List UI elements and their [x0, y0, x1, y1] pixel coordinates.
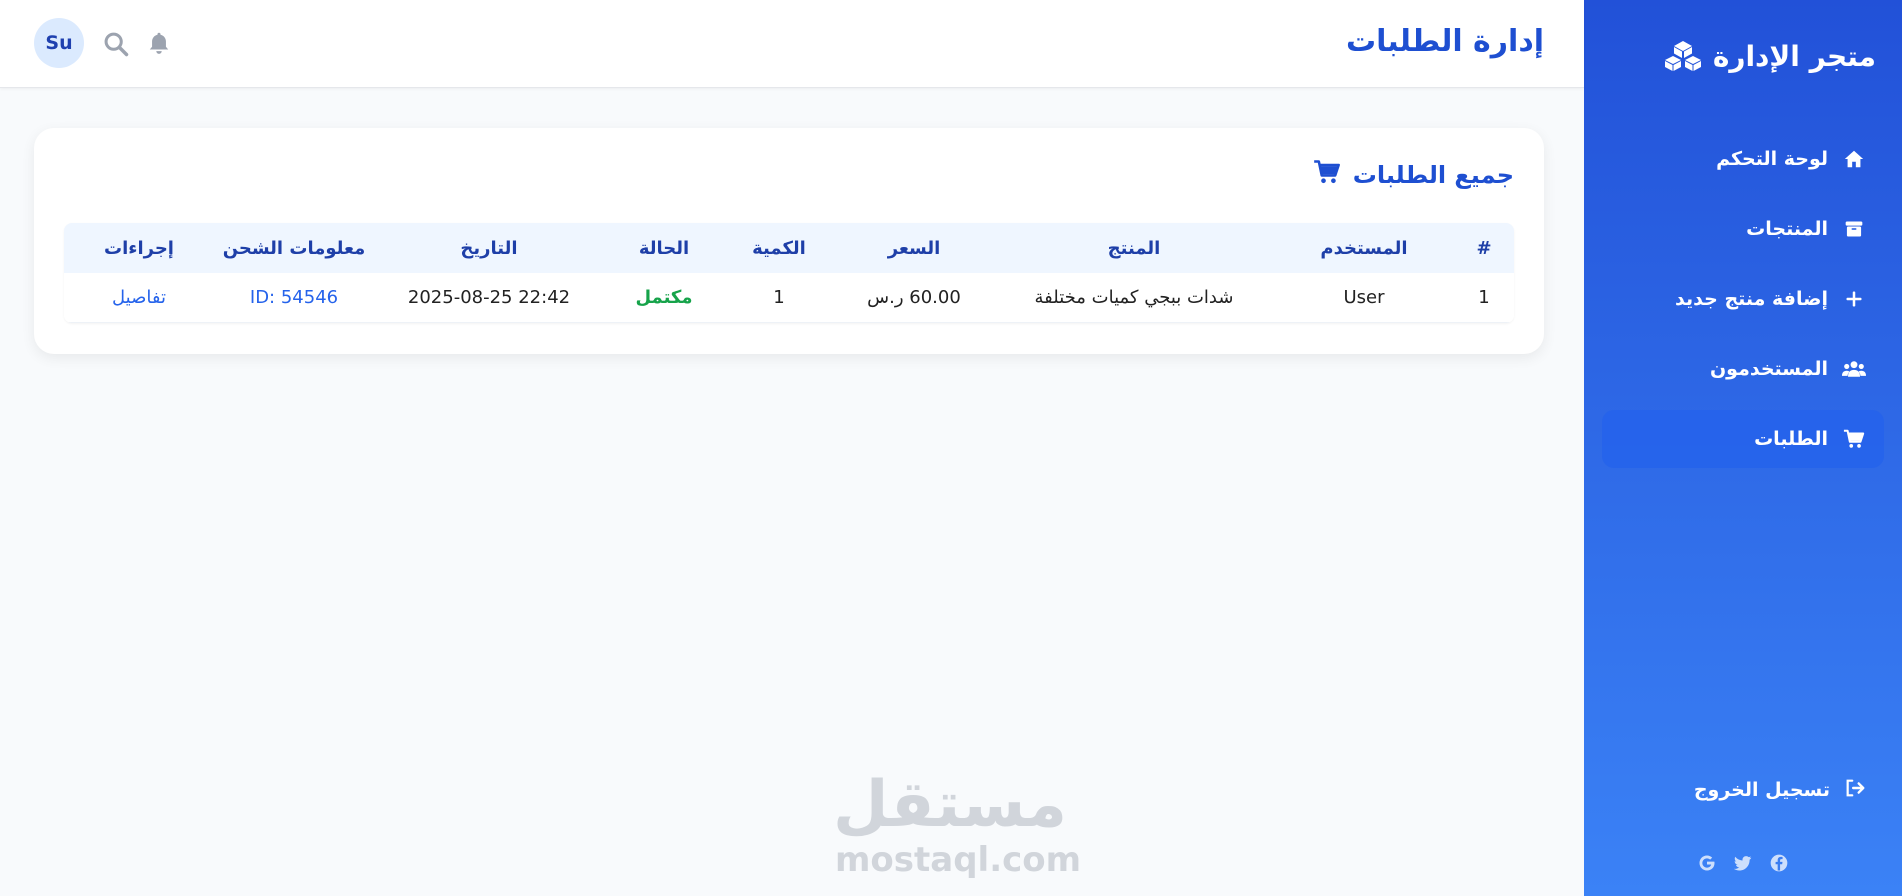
table-row: 1 User شدات ببجي كميات مختلفة 60.00 ر.س …	[64, 273, 1514, 323]
home-icon	[1842, 147, 1866, 171]
logout-icon	[1844, 777, 1866, 804]
column-header-shipping: معلومات الشحن	[222, 237, 366, 259]
sidebar-item-label: الطلبات	[1754, 428, 1828, 450]
shipping-link[interactable]: ID: 54546	[214, 287, 374, 308]
column-header-actions: إجراءات	[104, 237, 174, 259]
plus-icon	[1842, 287, 1866, 311]
search-icon[interactable]	[102, 30, 130, 58]
column-header-user: المستخدم	[1320, 237, 1408, 259]
sidebar-item-products[interactable]: المنتجات	[1602, 200, 1884, 258]
sidebar-item-label: لوحة التحكم	[1716, 148, 1828, 170]
column-header-product: المنتج	[1107, 237, 1161, 259]
sidebar-item-label: المستخدمون	[1709, 358, 1828, 380]
column-header-price: السعر	[887, 237, 941, 259]
date-value: 2025-08-25 22:42	[407, 287, 571, 308]
sidebar-item-dashboard[interactable]: لوحة التحكم	[1602, 130, 1884, 188]
sidebar-item-label: المنتجات	[1746, 218, 1828, 240]
cart-icon	[1313, 158, 1341, 192]
avatar[interactable]: Su	[34, 18, 84, 68]
cell-quantity: 1	[773, 287, 785, 308]
users-icon	[1842, 357, 1866, 381]
column-header-id: #	[1476, 237, 1492, 259]
logout-label: تسجيل الخروج	[1693, 779, 1830, 801]
sidebar-item-label: إضافة منتج جديد	[1675, 288, 1828, 310]
sidebar: متجر الإدارة لوحة التحكم المنتجات إضافة …	[1584, 0, 1902, 896]
column-header-date: التاريخ	[460, 237, 518, 259]
sidebar-item-users[interactable]: المستخدمون	[1602, 340, 1884, 398]
card-title: جميع الطلبات	[1313, 158, 1514, 192]
cell-id: 1	[1478, 287, 1490, 308]
box-icon	[1842, 217, 1866, 241]
google-icon[interactable]	[1696, 852, 1718, 874]
cell-product: شدات ببجي كميات مختلفة	[1034, 287, 1234, 308]
cell-date: 2025-08-25 22:42	[374, 287, 604, 308]
top-header: إدارة الطلبات Su	[0, 0, 1584, 88]
facebook-icon[interactable]	[1768, 852, 1790, 874]
brand-name: متجر الإدارة	[1712, 39, 1876, 73]
social-links	[1584, 852, 1902, 874]
watermark-arabic: مستقل	[832, 768, 1067, 842]
cell-price: 60.00 ر.س	[867, 287, 961, 308]
column-header-status: الحالة	[638, 237, 690, 259]
details-link[interactable]: تفاصيل	[64, 287, 214, 308]
sidebar-item-orders[interactable]: الطلبات	[1602, 410, 1884, 468]
cart-icon	[1842, 427, 1866, 451]
table-header: # المستخدم المنتج السعر الكمية الحالة ال…	[64, 223, 1514, 273]
orders-table: # المستخدم المنتج السعر الكمية الحالة ال…	[64, 223, 1514, 323]
page-title: إدارة الطلبات	[1345, 24, 1544, 59]
bell-icon[interactable]	[146, 30, 174, 58]
orders-card: جميع الطلبات # المستخدم المنتج السعر الك…	[34, 128, 1544, 354]
sidebar-nav: لوحة التحكم المنتجات إضافة منتج جديد الم…	[1602, 130, 1884, 480]
column-header-quantity: الكمية	[752, 237, 806, 259]
status-badge: مكتمل	[635, 287, 693, 308]
logout-button[interactable]: تسجيل الخروج	[1602, 764, 1884, 816]
sidebar-item-add-product[interactable]: إضافة منتج جديد	[1602, 270, 1884, 328]
shipping-id: ID: 54546	[249, 287, 339, 308]
cell-user: User	[1343, 287, 1385, 308]
cubes-icon	[1664, 38, 1701, 74]
brand[interactable]: متجر الإدارة	[1664, 38, 1876, 74]
card-title-text: جميع الطلبات	[1352, 161, 1514, 189]
watermark: مستقل mostaql.com	[832, 768, 1082, 880]
twitter-icon[interactable]	[1732, 852, 1754, 874]
watermark-latin: mostaql.com	[835, 840, 1082, 880]
